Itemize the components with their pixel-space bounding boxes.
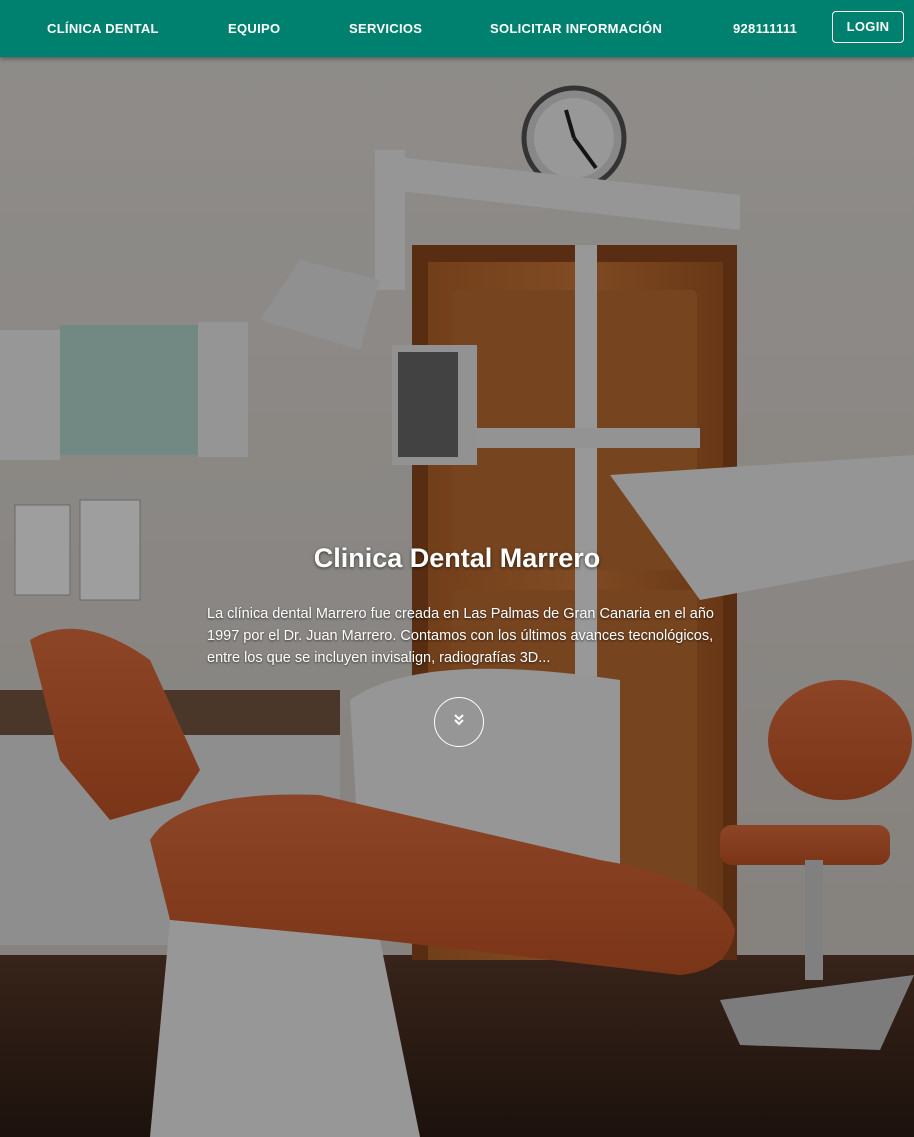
scroll-down-button[interactable] (434, 697, 484, 747)
hero-title: Clinica Dental Marrero (313, 543, 601, 573)
nav-phone-link[interactable]: 928111111 (733, 0, 797, 57)
hero-description: La clínica dental Marrero fue creada en … (207, 606, 714, 666)
top-navbar: CLÍNICA DENTAL EQUIPO SERVICIOS SOLICITA… (0, 0, 914, 57)
nav-servicios-link[interactable]: SERVICIOS (349, 0, 422, 57)
hero-dark-overlay (0, 57, 914, 1137)
nav-brand-link[interactable]: CLÍNICA DENTAL (47, 0, 159, 57)
hero-section: Clinica Dental Marrero La clínica dental… (0, 57, 914, 1137)
nav-solicitar-informacion-link[interactable]: SOLICITAR INFORMACIÓN (490, 0, 662, 57)
login-button[interactable]: LOGIN (832, 11, 904, 43)
nav-equipo-link[interactable]: EQUIPO (228, 0, 280, 57)
double-chevron-down-icon (452, 713, 466, 732)
